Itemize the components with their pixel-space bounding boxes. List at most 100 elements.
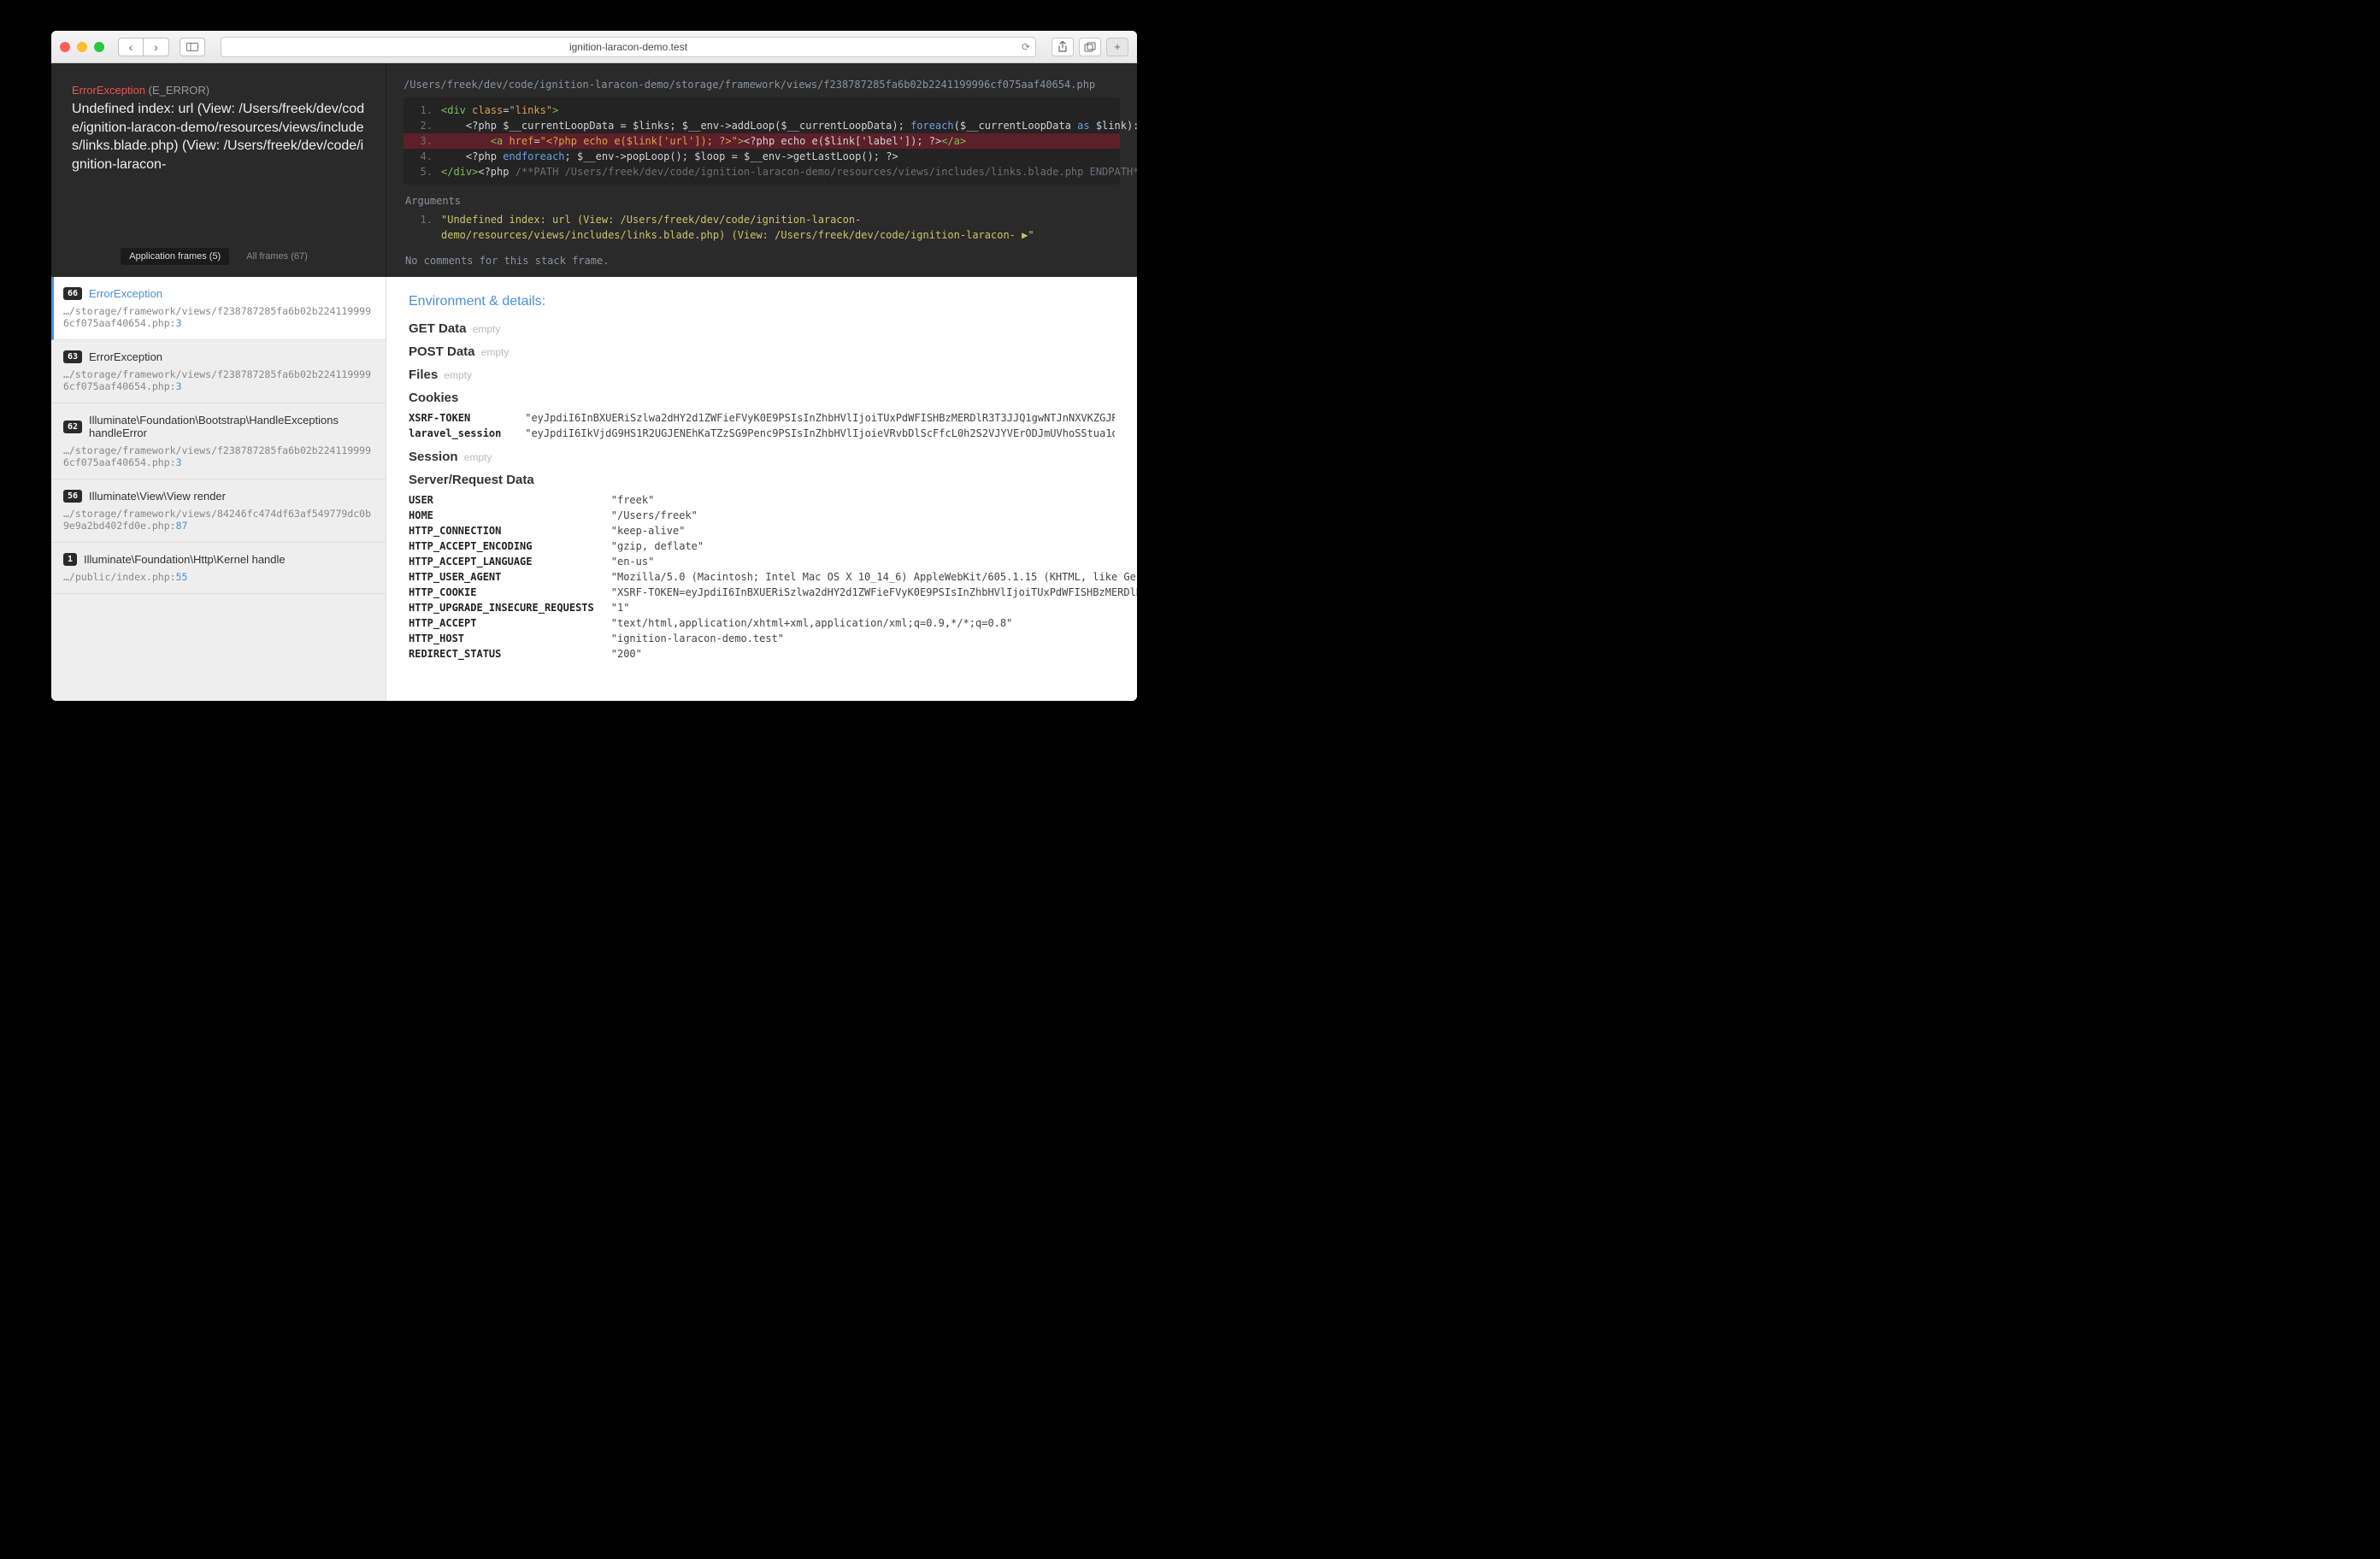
session-title: Session empty — [409, 450, 1115, 464]
browser-window: ‹ › ignition-laracon-demo.test ⟳ + Error… — [51, 31, 1137, 701]
titlebar: ‹ › ignition-laracon-demo.test ⟳ + — [51, 31, 1137, 63]
frame-path: …/storage/framework/views/f238787285fa6b… — [63, 368, 374, 392]
new-tab-button[interactable]: + — [1106, 38, 1128, 56]
kv-row: HTTP_HOST"ignition-laracon-demo.test" — [409, 631, 1137, 646]
kv-key: REDIRECT_STATUS — [409, 646, 611, 662]
maximize-icon[interactable] — [94, 42, 104, 52]
kv-row: HOME"/Users/freek" — [409, 508, 1137, 523]
reload-icon[interactable]: ⟳ — [1022, 41, 1030, 53]
line-number: 1. — [412, 103, 433, 118]
code-line: 1.<div class="links"> — [404, 103, 1120, 118]
stack-frames-list[interactable]: 66 ErrorException …/storage/framework/view… — [51, 277, 386, 701]
kv-value: "Mozilla/5.0 (Macintosh; Intel Mac OS X … — [611, 569, 1137, 585]
code-line: 2. <?php $__currentLoopData = $links; $_… — [404, 118, 1120, 133]
share-button[interactable] — [1052, 38, 1074, 56]
toolbar-right: + — [1052, 38, 1128, 56]
kv-row: HTTP_ACCEPT_LANGUAGE"en-us" — [409, 554, 1137, 569]
kv-value: "gzip, deflate" — [611, 538, 1137, 554]
kv-value: "text/html,application/xhtml+xml,applica… — [611, 615, 1137, 631]
forward-button[interactable]: › — [144, 38, 169, 56]
code-line: 5.</div><?php /**PATH /Users/freek/dev/c… — [404, 164, 1120, 179]
minimize-icon[interactable] — [77, 42, 87, 52]
post-data-empty: empty — [481, 346, 510, 358]
env-details[interactable]: Environment & details: GET Data empty PO… — [386, 277, 1137, 701]
get-data-empty: empty — [473, 323, 501, 335]
kv-row: HTTP_CONNECTION"keep-alive" — [409, 523, 1137, 538]
env-heading: Environment & details: — [409, 294, 1115, 309]
kv-value: "XSRF-TOKEN=eyJpdiI6InBXUERiSzlwa2dHY2d1… — [611, 585, 1137, 600]
post-data-label: POST Data — [409, 344, 475, 359]
arg-index: 1. — [412, 212, 433, 243]
all-frames-toggle[interactable]: All frames (67) — [238, 248, 316, 265]
url-text: ignition-laracon-demo.test — [569, 41, 687, 53]
frame-index-badge: 66 — [63, 287, 82, 300]
code-line: 3. <a href="<?php echo e($link['url']); … — [404, 133, 1120, 149]
stack-frame[interactable]: 62Illuminate\Foundation\Bootstrap\Handle… — [51, 403, 386, 479]
app-frames-toggle[interactable]: Application frames (5) — [121, 248, 229, 265]
stack-frame[interactable]: 66 ErrorException …/storage/framework/view… — [51, 277, 386, 340]
frame-index-badge: 1 — [63, 553, 77, 566]
kv-value: "ignition-laracon-demo.test" — [611, 631, 1137, 646]
sidebar-toggle-button[interactable] — [180, 38, 205, 56]
kv-row: HTTP_USER_AGENT"Mozilla/5.0 (Macintosh; … — [409, 569, 1137, 585]
kv-key: HTTP_CONNECTION — [409, 523, 611, 538]
code-text: <?php $__currentLoopData = $links; $__en… — [441, 118, 1137, 133]
kv-value: "freek" — [611, 492, 1137, 508]
frames-toggle: Application frames (5) All frames (67) — [72, 241, 365, 265]
close-icon[interactable] — [60, 42, 70, 52]
kv-key: HTTP_ACCEPT_ENCODING — [409, 538, 611, 554]
frame-title: Illuminate\Foundation\Bootstrap\HandleEx… — [89, 414, 374, 439]
lower-panels: 66 ErrorException …/storage/framework/view… — [51, 277, 1137, 701]
line-number: 2. — [412, 118, 433, 133]
kv-key: HTTP_HOST — [409, 631, 611, 646]
code-file-path: /Users/freek/dev/code/ignition-laracon-d… — [404, 79, 1120, 91]
stack-frame[interactable]: 63ErrorException…/storage/framework/view… — [51, 340, 386, 403]
frame-title: Illuminate\View\View render — [89, 490, 226, 503]
exception-class-name: ErrorException — [72, 84, 145, 97]
kv-key: HTTP_ACCEPT_LANGUAGE — [409, 554, 611, 569]
argument-row: 1. "Undefined index: url (View: /Users/f… — [404, 212, 1120, 243]
kv-value: "eyJpdiI6IkVjdG9HS1R2UGJENEhKaTZzSG9Penc… — [525, 426, 1115, 441]
stack-frame[interactable]: 1Illuminate\Foundation\Http\Kernel handl… — [51, 543, 386, 594]
chevron-right-icon: › — [154, 41, 158, 53]
frame-path: …/storage/framework/views/f238787285fa6b… — [63, 305, 374, 329]
code-text: <a href="<?php echo e($link['url']); ?>"… — [441, 133, 966, 149]
files-empty: empty — [444, 369, 472, 381]
kv-value: "en-us" — [611, 554, 1137, 569]
line-number: 4. — [412, 149, 433, 164]
page-content: ErrorException (E_ERROR) Undefined index… — [51, 63, 1137, 701]
files-title: Files empty — [409, 368, 1115, 382]
chevron-left-icon: ‹ — [129, 41, 133, 53]
no-comments-text: No comments for this stack frame. — [404, 255, 1120, 267]
plus-icon: + — [1114, 40, 1121, 53]
share-icon — [1057, 41, 1068, 53]
kv-value: "eyJpdiI6InBXUERiSzlwa2dHY2d1ZWFieFVyK0E… — [525, 410, 1115, 426]
kv-key: HTTP_UPGRADE_INSECURE_REQUESTS — [409, 600, 611, 615]
kv-row: XSRF-TOKEN"eyJpdiI6InBXUERiSzlwa2dHY2d1Z… — [409, 410, 1115, 426]
kv-key: HTTP_COOKIE — [409, 585, 611, 600]
kv-row: HTTP_ACCEPT_ENCODING"gzip, deflate" — [409, 538, 1137, 554]
tabs-icon — [1084, 42, 1096, 52]
address-bar[interactable]: ignition-laracon-demo.test ⟳ — [221, 37, 1036, 57]
server-table: USER"freek"HOME"/Users/freek"HTTP_CONNEC… — [409, 492, 1137, 662]
files-label: Files — [409, 368, 438, 382]
code-text: <?php endforeach; $__env->popLoop(); $lo… — [441, 149, 898, 164]
session-label: Session — [409, 450, 458, 464]
kv-value: "/Users/freek" — [611, 508, 1137, 523]
code-block: 1.<div class="links">2. <?php $__current… — [404, 97, 1120, 185]
kv-row: HTTP_ACCEPT"text/html,application/xhtml+… — [409, 615, 1137, 631]
kv-key: XSRF-TOKEN — [409, 410, 525, 426]
stack-frame[interactable]: 56Illuminate\View\View render…/storage/f… — [51, 479, 386, 543]
kv-value: "200" — [611, 646, 1137, 662]
back-button[interactable]: ‹ — [118, 38, 144, 56]
tabs-button[interactable] — [1079, 38, 1101, 56]
server-title: Server/Request Data — [409, 473, 1115, 487]
cookies-title: Cookies — [409, 391, 1115, 405]
nav-buttons: ‹ › — [118, 38, 169, 56]
kv-value: "1" — [611, 600, 1137, 615]
kv-value: "keep-alive" — [611, 523, 1137, 538]
exception-panel: ErrorException (E_ERROR) Undefined index… — [51, 63, 386, 277]
arguments-heading: Arguments — [405, 195, 1120, 207]
frame-title: ErrorException — [89, 287, 162, 300]
line-number: 3. — [412, 133, 433, 149]
